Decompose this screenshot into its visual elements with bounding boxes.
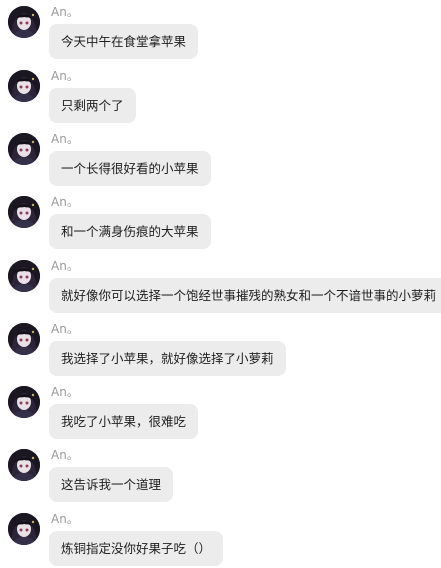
sender-name: An。 (51, 259, 79, 273)
chat-message: An。 只剩两个了 (0, 67, 441, 123)
chat-message: An。 这告诉我一个道理 (0, 446, 441, 502)
message-bubble[interactable]: 我选择了小苹果，就好像选择了小萝莉 (49, 341, 286, 376)
avatar-icon[interactable] (8, 70, 40, 102)
avatar-icon[interactable] (8, 6, 40, 38)
message-list: An。 今天中午在食堂拿苹果 An。 只剩两个了 An。 一个长得很好看的小苹果… (0, 0, 441, 568)
chat-message: An。 我吃了小苹果，很难吃 (0, 383, 441, 439)
message-bubble[interactable]: 就好像你可以选择一个饱经世事摧残的熟女和一个不谙世事的小萝莉 (49, 278, 441, 313)
avatar-icon[interactable] (8, 386, 40, 418)
avatar-icon[interactable] (8, 323, 40, 355)
sender-name: An。 (51, 448, 79, 462)
avatar-icon[interactable] (8, 260, 40, 292)
message-bubble[interactable]: 炼铜指定没你好果子吃（） (49, 531, 224, 566)
sender-name: An。 (51, 69, 79, 83)
chat-message: An。 就好像你可以选择一个饱经世事摧残的熟女和一个不谙世事的小萝莉 (0, 257, 441, 313)
avatar-icon[interactable] (8, 449, 40, 481)
avatar-icon[interactable] (8, 133, 40, 165)
message-bubble[interactable]: 只剩两个了 (49, 88, 136, 123)
sender-name: An。 (51, 195, 79, 209)
avatar-icon[interactable] (8, 513, 40, 545)
message-bubble[interactable]: 和一个满身伤痕的大苹果 (49, 214, 211, 249)
message-bubble[interactable]: 今天中午在食堂拿苹果 (49, 24, 199, 59)
chat-message: An。 今天中午在食堂拿苹果 (0, 3, 441, 59)
chat-message: An。 炼铜指定没你好果子吃（） (0, 510, 441, 566)
sender-name: An。 (51, 512, 79, 526)
sender-name: An。 (51, 5, 79, 19)
sender-name: An。 (51, 132, 79, 146)
sender-name: An。 (51, 385, 79, 399)
chat-message: An。 我选择了小苹果，就好像选择了小萝莉 (0, 320, 441, 376)
sender-name: An。 (51, 322, 79, 336)
message-bubble[interactable]: 一个长得很好看的小苹果 (49, 151, 211, 186)
message-bubble[interactable]: 我吃了小苹果，很难吃 (49, 404, 199, 439)
chat-message: An。 和一个满身伤痕的大苹果 (0, 193, 441, 249)
avatar-icon[interactable] (8, 196, 40, 228)
chat-message: An。 一个长得很好看的小苹果 (0, 130, 441, 186)
message-bubble[interactable]: 这告诉我一个道理 (49, 467, 174, 502)
